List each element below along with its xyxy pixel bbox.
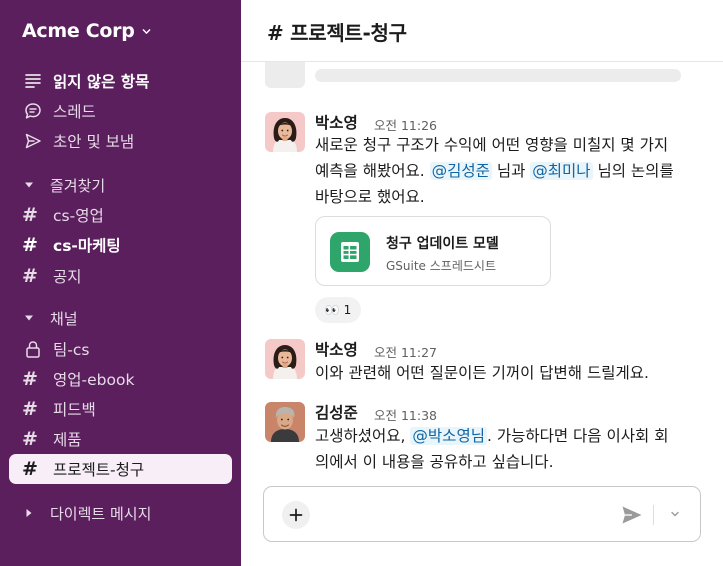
hash-icon: # — [22, 457, 38, 480]
sidebar-item-label: 영업-ebook — [53, 371, 135, 389]
chevron-down-icon — [142, 28, 150, 34]
sidebar-item-product[interactable]: # 제품 — [22, 426, 82, 452]
message-text: 고생하셨어요, — [315, 427, 411, 445]
sidebar-item-label: cs-영업 — [53, 207, 104, 225]
send-button[interactable] — [620, 503, 644, 527]
sidebar-item-unread[interactable]: 읽지 않은 항목 — [22, 68, 149, 94]
person-avatar-icon — [265, 402, 305, 442]
message-timestamp[interactable]: 오전 11:38 — [374, 405, 437, 424]
sidebar: Acme Corp 읽지 않은 항목 스레드 초안 및 보냄 즐겨찾기 # cs… — [0, 0, 241, 566]
message-body: 이와 관련해 어떤 질문이든 기꺼이 답변해 드릴게요. — [315, 364, 649, 382]
person-avatar-icon — [265, 112, 305, 152]
hash-icon: # — [22, 367, 38, 390]
message-text: . 가능하다면 다음 이사회 회 — [486, 427, 669, 445]
loading-avatar-placeholder — [265, 62, 305, 88]
message-line: 새로운 청구 구조가 수익에 어떤 영향을 미칠지 몇 가지 — [315, 136, 669, 154]
channel-header: # 프로젝트-청구 — [241, 0, 723, 62]
loading-text-placeholder — [315, 69, 681, 82]
avatar[interactable] — [265, 339, 305, 379]
message-body: 고생하셨어요, @박소영님. 가능하다면 다음 이사회 회 의에서 이 내용을 … — [315, 423, 668, 475]
message-line: 고생하셨어요, @박소영님. 가능하다면 다음 이사회 회 — [315, 423, 668, 449]
hash-icon: # — [22, 203, 38, 226]
hash-icon: # — [22, 397, 38, 420]
reaction-pill[interactable]: 👀 1 — [315, 297, 361, 323]
channel-title[interactable]: # 프로젝트-청구 — [267, 17, 407, 46]
person-avatar-icon — [265, 339, 305, 379]
reaction-count: 1 — [343, 303, 352, 317]
sidebar-item-threads[interactable]: 스레드 — [22, 98, 96, 124]
workspace-name: Acme Corp — [22, 20, 135, 42]
caret-down-icon — [25, 315, 33, 321]
file-title: 청구 업데이트 모델 — [386, 236, 499, 252]
send-options-button[interactable] — [668, 507, 682, 521]
threads-icon — [22, 100, 44, 122]
message-timestamp[interactable]: 오전 11:27 — [374, 342, 437, 361]
section-label: 다이렉트 메시지 — [50, 504, 152, 523]
sidebar-item-drafts[interactable]: 초안 및 보냄 — [22, 128, 134, 154]
sidebar-item-team-cs[interactable]: 팀-cs — [22, 336, 89, 362]
message-text: 예측을 해봤어요. — [315, 162, 430, 180]
user-mention[interactable]: @박소영님 — [410, 427, 487, 445]
chevron-down-icon — [671, 511, 679, 517]
section-favorites[interactable]: 즐겨찾기 — [24, 173, 105, 197]
message-text: 님과 — [491, 162, 531, 180]
message-line: 예측을 해봤어요. @김성준 님과 @최미나 님의 논의를 — [315, 158, 674, 184]
sidebar-item-label: 프로젝트-청구 — [53, 461, 145, 479]
sidebar-item-label: 초안 및 보냄 — [53, 133, 135, 151]
section-channels[interactable]: 채널 — [24, 306, 78, 330]
attach-button[interactable] — [282, 501, 310, 529]
composer-divider — [653, 505, 654, 525]
sidebar-item-announcements[interactable]: # 공지 — [22, 263, 82, 289]
plus-icon — [289, 508, 303, 522]
send-icon — [22, 130, 44, 152]
sidebar-item-label: 공지 — [53, 268, 82, 286]
sidebar-item-label: 스레드 — [53, 103, 96, 121]
message-body: 새로운 청구 구조가 수익에 어떤 영향을 미칠지 몇 가지 예측을 해봤어요.… — [315, 132, 674, 210]
avatar[interactable] — [265, 402, 305, 442]
file-type: GSuite 스프레드시트 — [386, 259, 496, 273]
section-label: 즐겨찾기 — [50, 176, 106, 195]
sidebar-item-cs-marketing[interactable]: # cs-마케팅 — [22, 232, 121, 258]
avatar[interactable] — [265, 112, 305, 152]
hash-icon: # — [22, 427, 38, 450]
sidebar-item-cs-sales[interactable]: # cs-영업 — [22, 202, 104, 228]
channel-view: # 프로젝트-청구 박소영 오전 11:26 새로운 청구 구조가 수익에 어떤… — [241, 0, 723, 566]
sidebar-item-label: 제품 — [53, 431, 82, 449]
caret-down-icon — [25, 182, 33, 188]
sidebar-item-feedback[interactable]: # 피드백 — [22, 396, 96, 422]
hash-icon: # — [22, 233, 38, 256]
sidebar-item-label: 읽지 않은 항목 — [53, 73, 150, 91]
sidebar-item-sales-ebook[interactable]: # 영업-ebook — [22, 366, 134, 392]
message-author[interactable]: 박소영 — [315, 338, 358, 360]
message-author[interactable]: 김성준 — [315, 401, 358, 423]
section-label: 채널 — [50, 309, 78, 328]
section-direct-messages[interactable]: 다이렉트 메시지 — [24, 501, 151, 525]
sidebar-item-project-billing[interactable]: # 프로젝트-청구 — [22, 456, 144, 482]
sidebar-item-label: 팀-cs — [53, 341, 90, 359]
lock-icon — [22, 338, 44, 360]
message-line: 의에서 이 내용을 공유하고 싶습니다. — [315, 453, 554, 471]
spreadsheet-icon — [330, 232, 370, 272]
workspace-switcher[interactable]: Acme Corp — [22, 20, 151, 42]
send-icon — [622, 506, 642, 524]
message-text: 님의 논의를 — [592, 162, 674, 180]
user-mention[interactable]: @김성준 — [429, 162, 492, 180]
message-composer[interactable] — [263, 486, 701, 542]
eyes-emoji-icon: 👀 — [324, 303, 340, 317]
file-attachment[interactable]: 청구 업데이트 모델 GSuite 스프레드시트 — [315, 216, 551, 286]
hash-icon: # — [22, 264, 38, 287]
message-author[interactable]: 박소영 — [315, 111, 358, 133]
caret-right-icon — [26, 509, 32, 517]
sidebar-item-label: 피드백 — [53, 401, 96, 419]
user-mention[interactable]: @최미나 — [530, 162, 593, 180]
sidebar-item-label: cs-마케팅 — [53, 237, 121, 255]
unread-icon — [22, 70, 44, 92]
message-line: 바탕으로 했어요. — [315, 188, 425, 206]
